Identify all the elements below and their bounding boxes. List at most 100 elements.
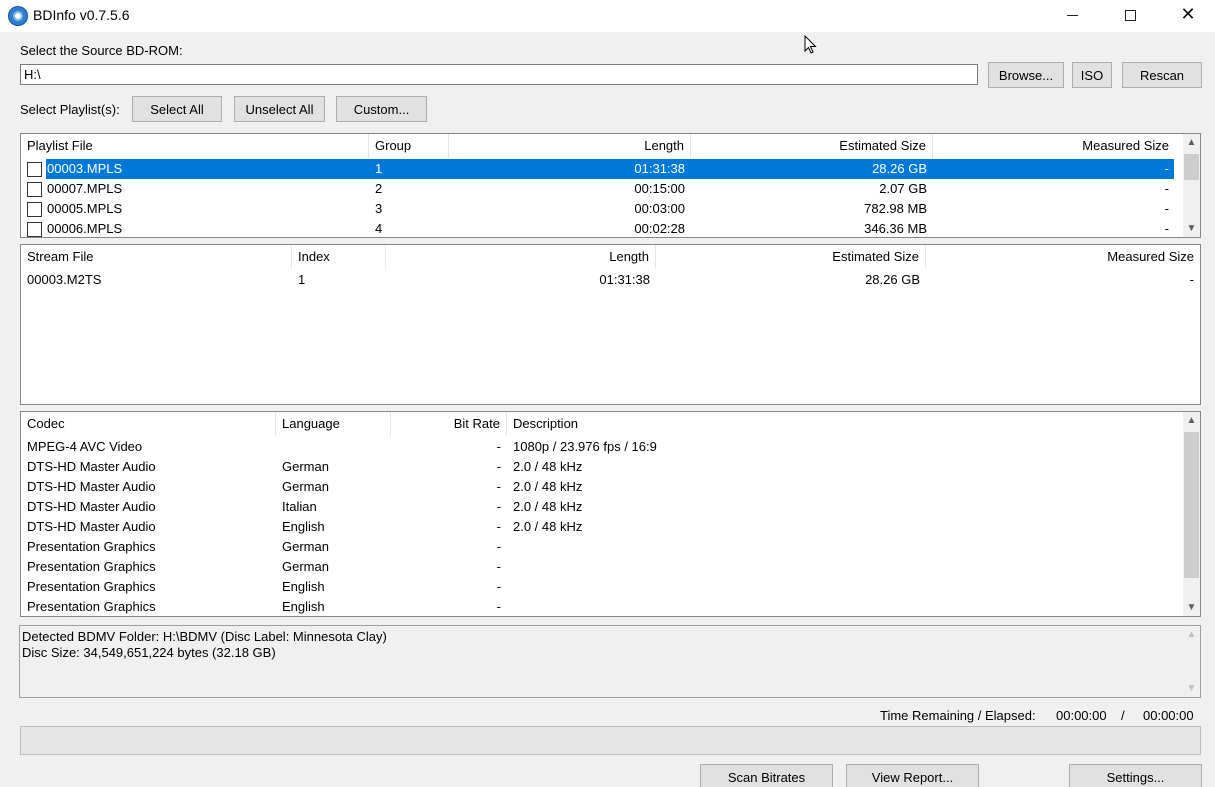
iso-button[interactable]: ISO — [1072, 62, 1112, 88]
codec-row[interactable]: MPEG-4 AVC Video - 1080p / 23.976 fps / … — [21, 437, 1200, 457]
close-button[interactable]: ✕ — [1159, 0, 1215, 30]
header-description[interactable]: Description — [507, 412, 1175, 436]
minimize-icon — [1066, 14, 1078, 16]
header-group[interactable]: Group — [369, 134, 449, 158]
minimize-button[interactable] — [1043, 0, 1101, 30]
view-report-button[interactable]: View Report... — [846, 764, 979, 787]
time-elapsed: 00:00:00 — [1143, 708, 1194, 723]
disc-info-size: Disc Size: 34,549,651,224 bytes (32.18 G… — [22, 645, 276, 660]
codec-row[interactable]: Presentation Graphics English - — [21, 597, 1200, 616]
playlist-list[interactable]: Playlist File Group Length Estimated Siz… — [20, 133, 1201, 238]
stream-length: 01:31:38 — [599, 272, 650, 287]
playlist-file: 00006.MPLS — [47, 221, 123, 236]
codec-bitrate: - — [496, 459, 501, 474]
close-icon: ✕ — [1180, 4, 1196, 25]
header-estimated-size[interactable]: Estimated Size — [691, 134, 933, 158]
disc-info-box[interactable]: Detected BDMV Folder: H:\BDMV (Disc Labe… — [19, 625, 1201, 698]
codec-scrollbar[interactable]: ▲ ▼ — [1183, 412, 1200, 616]
codec-language — [276, 437, 391, 457]
header-measured-size[interactable]: Measured Size — [926, 245, 1200, 269]
playlist-group: 2 — [375, 181, 383, 196]
codec-language: Italian — [282, 499, 317, 514]
codec-row[interactable]: DTS-HD Master Audio German - 2.0 / 48 kH… — [21, 457, 1200, 477]
codec-bitrate: - — [496, 519, 501, 534]
playlist-measured-size: - — [1164, 161, 1169, 176]
stream-header: Stream File Index Length Estimated Size … — [21, 245, 1200, 269]
scroll-down-icon[interactable]: ▼ — [1183, 220, 1200, 237]
header-codec[interactable]: Codec — [21, 412, 276, 436]
header-measured-size[interactable]: Measured Size — [933, 134, 1175, 158]
playlist-length: 00:03:00 — [634, 201, 685, 216]
codec-row[interactable]: DTS-HD Master Audio German - 2.0 / 48 kH… — [21, 477, 1200, 497]
codec-bitrate: - — [496, 559, 501, 574]
mouse-cursor-icon — [804, 35, 817, 54]
codec-description: 2.0 / 48 kHz — [513, 519, 583, 534]
maximize-button[interactable] — [1101, 0, 1159, 30]
rescan-button[interactable]: Rescan — [1122, 62, 1202, 88]
stream-list[interactable]: Stream File Index Length Estimated Size … — [20, 244, 1201, 405]
browse-button[interactable]: Browse... — [988, 62, 1064, 88]
unselect-all-button[interactable]: Unselect All — [234, 96, 325, 122]
playlist-row[interactable]: 00005.MPLS 3 00:03:00 782.98 MB - — [21, 199, 1200, 219]
playlist-est-size: 2.07 GB — [879, 181, 927, 196]
playlist-file: 00007.MPLS — [47, 181, 123, 196]
playlist-scrollbar[interactable]: ▲ ▼ — [1183, 134, 1200, 237]
header-bit-rate[interactable]: Bit Rate — [391, 412, 507, 436]
disc-info-folder: Detected BDMV Folder: H:\BDMV (Disc Labe… — [22, 629, 387, 644]
header-length[interactable]: Length — [449, 134, 691, 158]
scan-progress-bar — [20, 726, 1201, 755]
time-separator: / — [1121, 708, 1125, 723]
scroll-thumb[interactable] — [1184, 154, 1199, 180]
scroll-down-icon[interactable]: ▼ — [1183, 680, 1200, 697]
playlist-measured-size: - — [1164, 201, 1169, 216]
playlist-length: 00:15:00 — [634, 181, 685, 196]
codec-row[interactable]: DTS-HD Master Audio English - 2.0 / 48 k… — [21, 517, 1200, 537]
codec-language: German — [282, 479, 329, 494]
scan-bitrates-button[interactable]: Scan Bitrates — [700, 764, 833, 787]
playlist-row[interactable]: 00003.MPLS 1 01:31:38 28.26 GB - — [21, 159, 1200, 179]
header-index[interactable]: Index — [292, 245, 386, 269]
playlist-checkbox[interactable] — [27, 182, 42, 197]
codec-row[interactable]: Presentation Graphics German - — [21, 537, 1200, 557]
codec-bitrate: - — [496, 579, 501, 594]
source-label: Select the Source BD-ROM: — [20, 43, 183, 58]
custom-button[interactable]: Custom... — [336, 96, 427, 122]
playlist-group: 3 — [375, 201, 383, 216]
codec-bitrate: - — [496, 539, 501, 554]
playlist-row[interactable]: 00007.MPLS 2 00:15:00 2.07 GB - — [21, 179, 1200, 199]
select-all-button[interactable]: Select All — [132, 96, 222, 122]
info-scrollbar[interactable]: ▲ ▼ — [1183, 626, 1200, 697]
playlist-group: 1 — [375, 161, 383, 176]
scroll-up-icon[interactable]: ▲ — [1183, 412, 1200, 429]
scroll-up-icon[interactable]: ▲ — [1183, 134, 1200, 151]
source-path-input[interactable]: H:\ — [20, 64, 978, 85]
stream-row[interactable]: 00003.M2TS 1 01:31:38 28.26 GB - — [21, 270, 1200, 290]
scroll-down-icon[interactable]: ▼ — [1183, 599, 1200, 616]
playlist-checkbox[interactable] — [27, 222, 42, 237]
playlist-file: 00005.MPLS — [47, 201, 123, 216]
playlist-row[interactable]: 00006.MPLS 4 00:02:28 346.36 MB - — [21, 219, 1200, 237]
header-language[interactable]: Language — [276, 412, 391, 436]
codec-list[interactable]: Codec Language Bit Rate Description MPEG… — [20, 411, 1201, 617]
header-stream-file[interactable]: Stream File — [21, 245, 292, 269]
scroll-up-icon[interactable]: ▲ — [1183, 626, 1200, 643]
playlist-est-size: 28.26 GB — [872, 161, 927, 176]
codec-bitrate: - — [496, 479, 501, 494]
scroll-thumb[interactable] — [1184, 432, 1199, 578]
codec-row[interactable]: Presentation Graphics German - — [21, 557, 1200, 577]
header-length[interactable]: Length — [386, 245, 656, 269]
playlist-checkbox[interactable] — [27, 202, 42, 217]
codec-row[interactable]: DTS-HD Master Audio Italian - 2.0 / 48 k… — [21, 497, 1200, 517]
settings-button[interactable]: Settings... — [1069, 764, 1202, 787]
playlist-checkbox[interactable] — [27, 162, 42, 177]
header-playlist-file[interactable]: Playlist File — [21, 134, 369, 158]
playlist-measured-size: - — [1164, 181, 1169, 196]
codec-description — [507, 557, 1175, 577]
codec-language: English — [282, 519, 325, 534]
codec-bitrate: - — [496, 499, 501, 514]
playlist-est-size: 346.36 MB — [864, 221, 927, 236]
codec-name: MPEG-4 AVC Video — [27, 439, 143, 454]
header-estimated-size[interactable]: Estimated Size — [656, 245, 926, 269]
codec-row[interactable]: Presentation Graphics English - — [21, 577, 1200, 597]
playlist-measured-size: - — [1164, 221, 1169, 236]
